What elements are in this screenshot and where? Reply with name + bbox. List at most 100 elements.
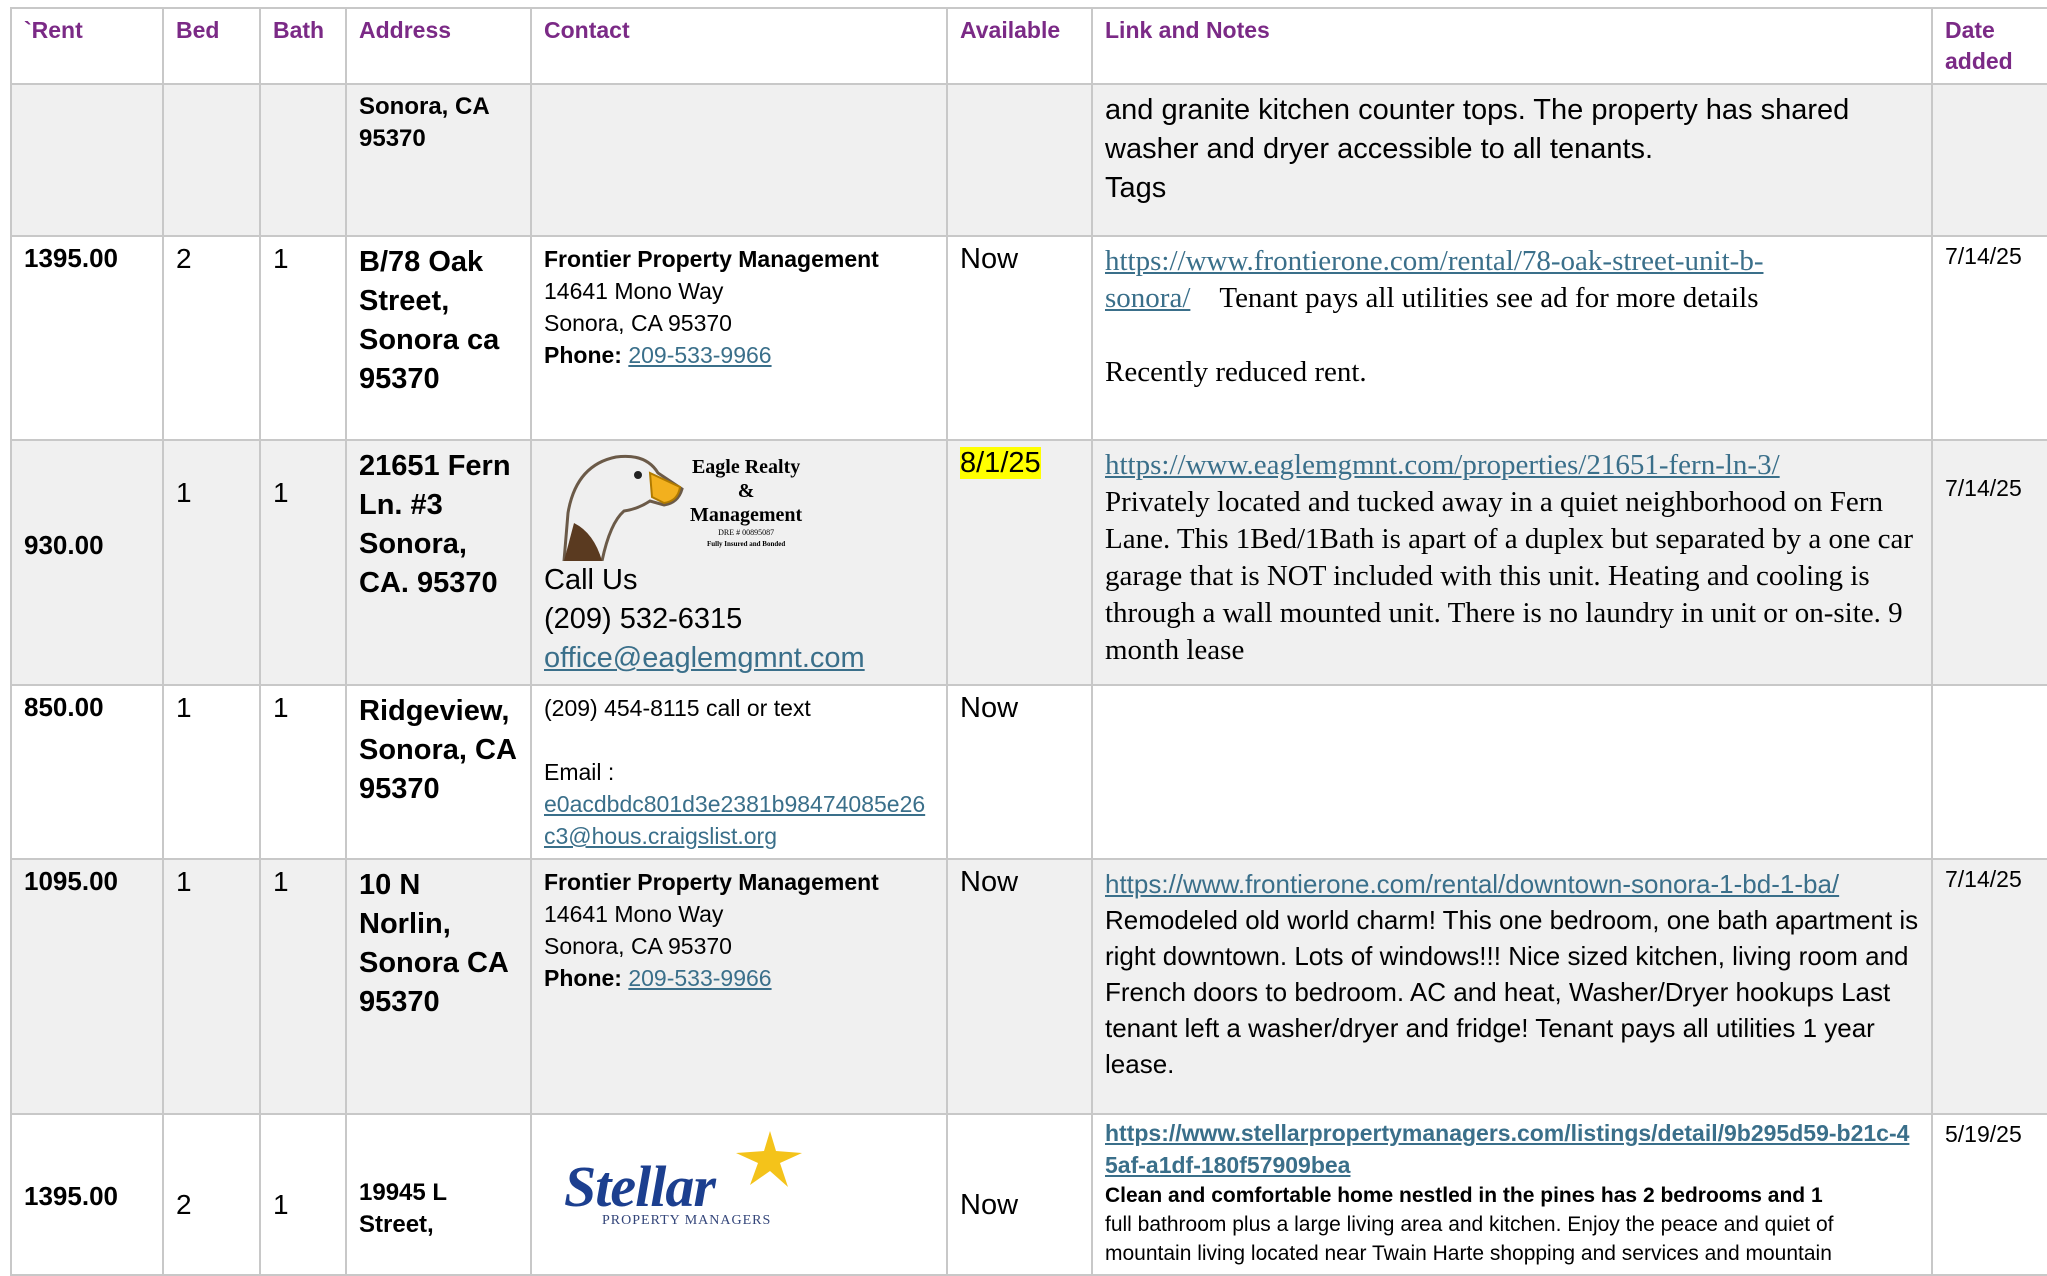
bath-cell: 1 [259,235,347,441]
bath-cell: 1 [259,439,347,686]
date-cell: 7/14/25 [1931,858,2047,1115]
street-address: 14641 Mono Way [544,278,724,304]
header-address: Address [345,7,532,85]
available-cell: 8/1/25 [946,439,1093,686]
contact-cell: Frontier Property Management 14641 Mono … [530,235,948,441]
table-row: 1395.00 2 1 19945 L Street, Stellar PROP… [10,1113,2047,1276]
listing-link[interactable]: https://www.frontierone.com/rental/downt… [1105,869,1839,899]
logo-dre: DRE # 00895087 [718,528,775,537]
email-link[interactable]: office@eaglemgmnt.com [544,642,865,674]
phone-link[interactable]: 209-533-9966 [628,342,771,368]
bath-cell: 1 [259,1113,347,1276]
notes-text-bold: Clean and comfortable home nestled in th… [1105,1184,1823,1207]
phone-label: Phone: [544,965,622,991]
rent-cell: 850.00 [10,684,164,860]
rent-cell [10,83,164,237]
rental-listings-table: `Rent Bed Bath Address Contact Available… [10,7,2047,1276]
phone-number: (209) 454-8115 call or text [544,695,811,721]
table-row: 850.00 1 1 Ridgeview, Sonora, CA 95370 (… [10,684,2047,860]
star-icon [736,1131,802,1187]
date-cell: 7/14/25 [1931,439,2047,686]
company-name: Frontier Property Management [544,246,879,272]
notes-cell: https://www.eaglemgmnt.com/properties/21… [1091,439,1933,686]
date-cell [1931,684,2047,860]
date-cell [1931,83,2047,237]
phone-number: (209) 532-6315 [544,603,743,635]
email-link[interactable]: e0acdbdc801d3e2381b98474085e26c3@hous.cr… [544,791,925,849]
contact-cell: Eagle Realty & Management DRE # 00895087… [530,439,948,686]
notes-cell [1091,684,1933,860]
address-cell: B/78 Oak Street, Sonora ca 95370 [345,235,532,441]
email-label: Email : [544,759,615,785]
available-cell: Now [946,684,1093,860]
bed-cell: 2 [162,1113,261,1276]
header-rent: `Rent [10,7,164,85]
address-cell: 10 N Norlin, Sonora CA 95370 [345,858,532,1115]
date-cell: 7/14/25 [1931,235,2047,441]
rent-cell: 1095.00 [10,858,164,1115]
available-cell: Now [946,1113,1093,1276]
eagle-head-icon [554,443,684,561]
phone-link[interactable]: 209-533-9966 [628,965,771,991]
stellar-subtitle: PROPERTY MANAGERS [602,1213,772,1228]
available-cell: Now [946,235,1093,441]
bed-cell: 1 [162,439,261,686]
logo-subtitle: Management [690,504,803,526]
logo-amp: & [737,480,755,502]
logo-title: Eagle Realty [691,456,801,478]
address-cell: 21651 Fern Ln. #3 Sonora, CA. 95370 [345,439,532,686]
rent-cell: 930.00 [10,439,164,686]
notes-cell: and granite kitchen counter tops. The pr… [1091,83,1933,237]
bed-cell: 2 [162,235,261,441]
header-bath: Bath [259,7,347,85]
call-us-label: Call Us [544,564,638,596]
address-cell: Sonora, CA 95370 [345,83,532,237]
company-name: Frontier Property Management [544,869,879,895]
header-date: Date added [1931,7,2047,85]
contact-cell: (209) 454-8115 call or text Email : e0ac… [530,684,948,860]
table-row: Sonora, CA 95370 and granite kitchen cou… [10,83,2047,237]
notes-text-2: Recently reduced rent. [1105,356,1367,388]
contact-cell: Frontier Property Management 14641 Mono … [530,858,948,1115]
notes-cell: https://www.stellarpropertymanagers.com/… [1091,1113,1933,1276]
listing-link[interactable]: https://www.stellarpropertymanagers.com/… [1105,1120,1909,1178]
contact-cell [530,83,948,237]
bath-cell: 1 [259,684,347,860]
phone-label: Phone: [544,342,622,368]
address-cell: 19945 L Street, [345,1113,532,1276]
notes-cell: https://www.frontierone.com/rental/78-oa… [1091,235,1933,441]
bed-cell: 1 [162,684,261,860]
bed-cell: 1 [162,858,261,1115]
table-row: 1095.00 1 1 10 N Norlin, Sonora CA 95370… [10,858,2047,1115]
bath-cell: 1 [259,858,347,1115]
rent-cell: 1395.00 [10,235,164,441]
notes-text: Remodeled old world charm! This one bedr… [1105,905,1919,1079]
notes-cell: https://www.frontierone.com/rental/downt… [1091,858,1933,1115]
available-cell [946,83,1093,237]
header-available: Available [946,7,1093,85]
listing-link[interactable]: https://www.eaglemgmnt.com/properties/21… [1105,449,1780,481]
contact-cell: Stellar PROPERTY MANAGERS [530,1113,948,1276]
street-address: 14641 Mono Way [544,901,724,927]
notes-text: and granite kitchen counter tops. The pr… [1105,94,1850,165]
eagle-realty-logo: Eagle Realty & Management DRE # 00895087… [554,443,934,561]
header-notes: Link and Notes [1091,7,1933,85]
tags-label: Tags [1105,172,1167,204]
stellar-logo: Stellar PROPERTY MANAGERS [564,1129,844,1229]
logo-insured: Fully Insured and Bonded [706,540,786,548]
available-cell: Now [946,858,1093,1115]
header-bed: Bed [162,7,261,85]
bath-cell [259,83,347,237]
bed-cell [162,83,261,237]
address-cell: Ridgeview, Sonora, CA 95370 [345,684,532,860]
available-date-highlight: 8/1/25 [960,447,1041,479]
header-contact: Contact [530,7,948,85]
city-line: Sonora, CA 95370 [544,310,732,336]
notes-text: Tenant pays all utilities see ad for mor… [1219,282,1759,314]
notes-text: Privately located and tucked away in a q… [1105,486,1913,666]
date-cell: 5/19/25 [1931,1113,2047,1276]
notes-text: full bathroom plus a large living area a… [1105,1213,1834,1265]
stellar-wordmark: Stellar [564,1154,716,1219]
rent-cell: 1395.00 [10,1113,164,1276]
header-row: `Rent Bed Bath Address Contact Available… [10,7,2047,85]
